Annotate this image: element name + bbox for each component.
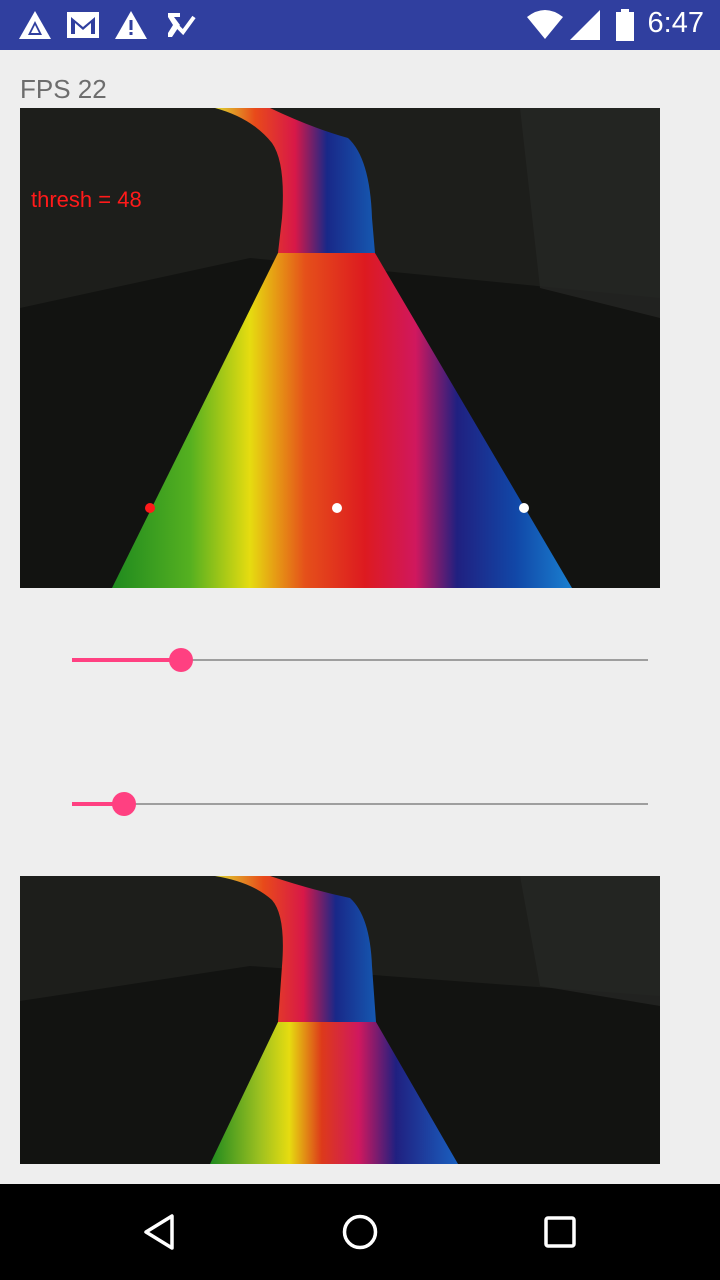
- app-logo-icon: [19, 11, 51, 39]
- warning-icon: [115, 11, 147, 39]
- marker-layer: [145, 503, 529, 513]
- raw-track-image: [20, 876, 660, 1164]
- track-marker-left: [145, 503, 155, 513]
- threshold-slider[interactable]: [72, 640, 648, 680]
- gmail-icon: [67, 12, 99, 38]
- navigation-bar: [0, 1184, 720, 1280]
- raw-camera-view: [20, 876, 660, 1164]
- track-marker-center: [332, 503, 342, 513]
- back-icon[interactable]: [140, 1212, 180, 1252]
- slider-fill: [72, 658, 182, 662]
- wifi-icon: [527, 10, 563, 39]
- track-marker-right: [519, 503, 529, 513]
- recents-icon[interactable]: [540, 1212, 580, 1252]
- status-bar: 6:47: [0, 0, 720, 50]
- status-time: 6:47: [647, 7, 704, 39]
- home-icon[interactable]: [340, 1212, 380, 1252]
- processed-camera-view: thresh = 48: [20, 108, 660, 588]
- slider-thumb[interactable]: [111, 792, 136, 816]
- secondary-slider[interactable]: [72, 784, 648, 824]
- slider-track: [72, 803, 648, 805]
- check-task-icon: [168, 13, 196, 37]
- fps-label: FPS 22: [20, 74, 107, 104]
- cell-signal-icon: [570, 10, 600, 40]
- slider-thumb[interactable]: [169, 648, 194, 672]
- battery-icon: [616, 9, 634, 41]
